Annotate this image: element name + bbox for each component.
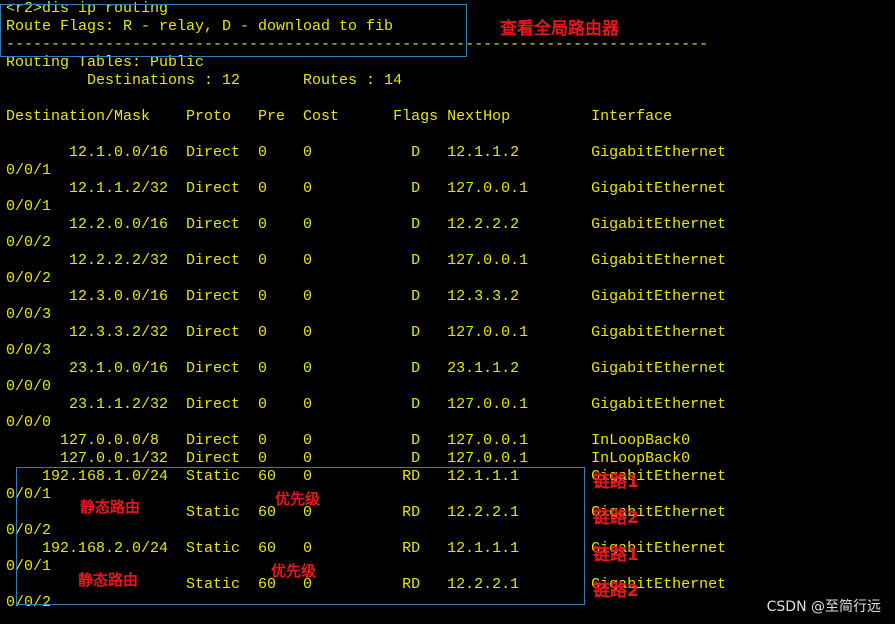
annotation-link1-a: 链路1 — [593, 472, 639, 492]
terminal-line: 0/0/0 — [6, 414, 52, 431]
terminal-line: 127.0.0.0/8 Direct 0 0 D 127.0.0.1 InLoo… — [6, 432, 691, 449]
terminal-line: 12.1.0.0/16 Direct 0 0 D 12.1.1.2 Gigabi… — [6, 144, 727, 161]
annotation-static-route-1: 静态路由 — [80, 498, 141, 516]
terminal-line: 0/0/1 — [6, 198, 52, 215]
annotation-priority-2: 优先级 — [271, 562, 317, 580]
terminal-line: 12.3.0.0/16 Direct 0 0 D 12.3.3.2 Gigabi… — [6, 288, 727, 305]
terminal-line: 12.2.0.0/16 Direct 0 0 D 12.2.2.2 Gigabi… — [6, 216, 727, 233]
terminal-line: 0/0/2 — [6, 234, 52, 251]
terminal-line: 0/0/3 — [6, 306, 52, 323]
annotation-link2-b: 链路2 — [593, 581, 639, 601]
terminal-line: 0/0/1 — [6, 162, 52, 179]
terminal-line: Destinations : 12 Routes : 14 — [6, 72, 403, 89]
annotation-link2-a: 链路2 — [593, 508, 639, 528]
annotation-link1-b: 链路1 — [593, 545, 639, 565]
watermark: CSDN @至简行远 — [766, 599, 881, 615]
terminal-line: 12.1.1.2/32 Direct 0 0 D 127.0.0.1 Gigab… — [6, 180, 727, 197]
annotation-global-routing: 查看全局路由器 — [500, 19, 619, 39]
terminal-line: 12.2.2.2/32 Direct 0 0 D 127.0.0.1 Gigab… — [6, 252, 727, 269]
terminal-line: 0/0/3 — [6, 342, 52, 359]
terminal-line: 23.1.1.2/32 Direct 0 0 D 127.0.0.1 Gigab… — [6, 396, 727, 413]
terminal-line: 127.0.0.1/32 Direct 0 0 D 127.0.0.1 InLo… — [6, 450, 691, 467]
header-highlight-box — [0, 4, 467, 57]
terminal-line: 0/0/0 — [6, 378, 52, 395]
terminal-line: 23.1.0.0/16 Direct 0 0 D 23.1.1.2 Gigabi… — [6, 360, 727, 377]
terminal-line: 12.3.3.2/32 Direct 0 0 D 127.0.0.1 Gigab… — [6, 324, 727, 341]
annotation-static-route-2: 静态路由 — [78, 571, 139, 589]
annotation-priority-1: 优先级 — [275, 490, 321, 508]
terminal-line: 0/0/2 — [6, 270, 52, 287]
terminal-line: Destination/Mask Proto Pre Cost Flags Ne… — [6, 108, 673, 125]
terminal-window: <r2>dis ip routing Route Flags: R - relay… — [0, 0, 895, 624]
